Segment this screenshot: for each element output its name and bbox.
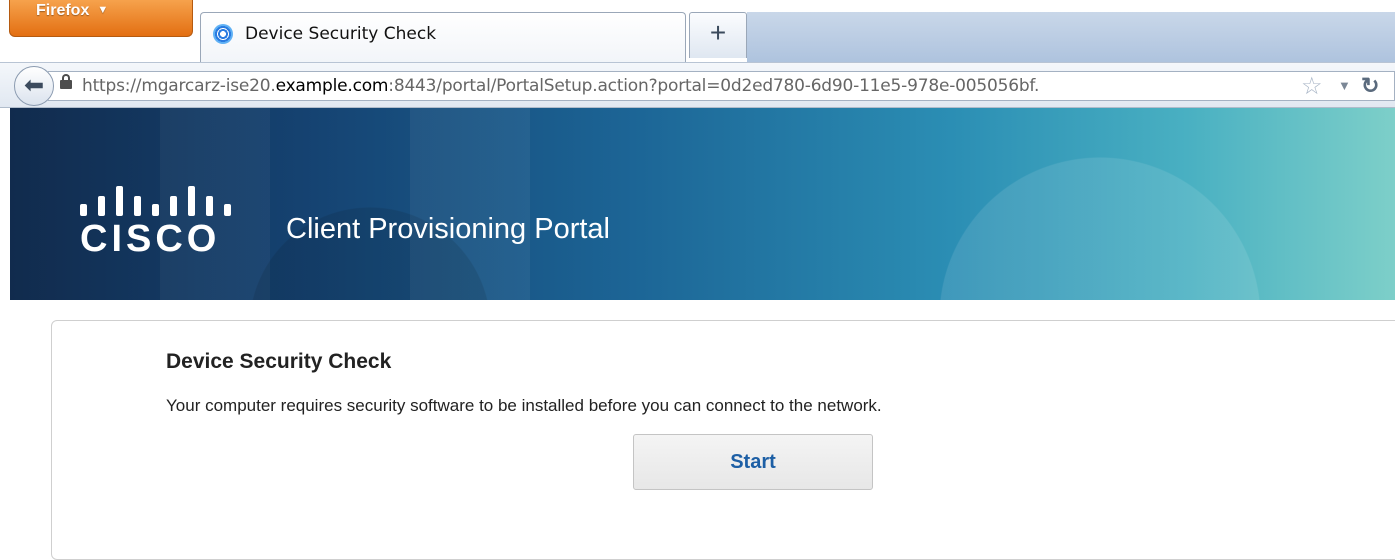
back-arrow-icon: ⬅ (23, 72, 45, 99)
firefox-menu-caret-icon: ▼ (97, 4, 109, 16)
url-text: https://mgarcarz-ise20.example.com:8443/… (82, 76, 1039, 96)
new-tab-button[interactable]: + (689, 12, 747, 58)
url-prefix: https://mgarcarz-ise20. (82, 76, 276, 96)
bookmark-star-icon[interactable]: ☆ (1301, 72, 1323, 101)
lock-icon (60, 74, 72, 89)
url-suffix: :8443/portal/PortalSetup.action?portal=0… (388, 76, 1040, 96)
reload-icon[interactable]: ↻ (1361, 73, 1379, 99)
url-bar[interactable]: https://mgarcarz-ise20.example.com:8443/… (48, 71, 1395, 101)
url-dropdown-icon[interactable]: ▼ (1338, 78, 1351, 93)
browser-tabstrip: Firefox ▼ Device Security Check + (0, 0, 1395, 62)
firefox-menu-button[interactable]: Firefox ▼ (9, 0, 193, 37)
portal-header-banner: CISCO Client Provisioning Portal (10, 108, 1395, 300)
cisco-logo: CISCO (70, 186, 250, 260)
tab-title: Device Security Check (245, 24, 437, 44)
cisco-logo-text: CISCO (80, 218, 221, 260)
browser-tab-active[interactable]: Device Security Check (200, 12, 686, 62)
firefox-menu-label: Firefox (36, 2, 90, 19)
security-message: Your computer requires security software… (166, 396, 882, 415)
page-title: Device Security Check (166, 350, 392, 373)
portal-title: Client Provisioning Portal (286, 213, 610, 245)
start-button[interactable]: Start (633, 434, 873, 490)
browser-navbar: https://mgarcarz-ise20.example.com:8443/… (0, 62, 1395, 108)
url-domain: example.com (275, 76, 389, 96)
cisco-logo-bars (70, 186, 250, 216)
tabstrip-background (747, 12, 1395, 62)
browser-favicon (213, 24, 233, 44)
back-button[interactable]: ⬅ (14, 66, 54, 106)
